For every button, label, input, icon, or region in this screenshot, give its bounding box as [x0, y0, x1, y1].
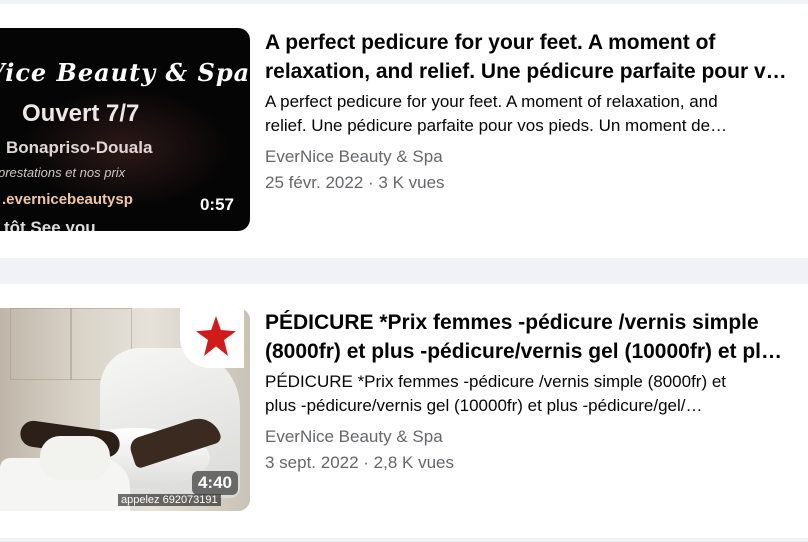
video-description-line: PÉDICURE *Prix femmes -pédicure /vernis … [265, 372, 727, 391]
video-title-line: relaxation, and relief. Une pédicure par… [265, 60, 787, 83]
video-date-views: 25 févr. 2022 · 3 K vues [265, 173, 445, 192]
thumbnail-bottom-text: tôt See you [4, 218, 96, 231]
video-title-line: (8000fr) et plus -pédicure/vernis gel (1… [265, 340, 783, 363]
video-info: A perfect pedicure for your feet. A mome… [265, 28, 805, 196]
thumbnail-glove [40, 436, 110, 480]
video-channel[interactable]: EverNice Beauty & Spa [265, 424, 805, 450]
video-thumbnail[interactable]: appelez 692073191 4:40 [0, 308, 250, 511]
video-duration-badge: 4:40 [191, 471, 238, 495]
thumbnail-url-text: .evernicebeautysp [2, 191, 133, 208]
video-card[interactable]: Vice Beauty & Spa Ouvert 7/7 Bonapriso-D… [0, 4, 808, 258]
thumbnail-tile [10, 308, 72, 380]
video-title[interactable]: A perfect pedicure for your feet. A mome… [265, 28, 805, 86]
thumbnail-phone-text: appelez 692073191 [118, 494, 221, 506]
video-channel[interactable]: EverNice Beauty & Spa [265, 144, 805, 170]
video-date-views: 3 sept. 2022 · 2,8 K vues [265, 453, 455, 472]
video-description-line: relief. Une pédicure parfaite pour vos p… [265, 116, 728, 135]
thumbnail-open-text: Ouvert 7/7 [22, 100, 140, 127]
thumbnail-city-text: Bonapriso-Douala [6, 138, 153, 157]
video-title-line: PÉDICURE *Prix femmes -pédicure /vernis … [265, 311, 759, 334]
video-description: A perfect pedicure for your feet. A mome… [265, 90, 805, 138]
video-info: PÉDICURE *Prix femmes -pédicure /vernis … [265, 308, 805, 476]
video-title-line: A perfect pedicure for your feet. A mome… [265, 31, 716, 54]
video-description-line: plus -pédicure/vernis gel (10000fr) et p… [265, 396, 703, 415]
video-card[interactable]: appelez 692073191 4:40 PÉDICURE *Prix fe… [0, 284, 808, 538]
video-duration-badge: 0:57 [199, 195, 234, 214]
video-description-line: A perfect pedicure for your feet. A mome… [265, 92, 718, 111]
video-title[interactable]: PÉDICURE *Prix femmes -pédicure /vernis … [265, 308, 805, 366]
video-thumbnail[interactable]: Vice Beauty & Spa Ouvert 7/7 Bonapriso-D… [0, 28, 250, 231]
thumbnail-presta-text: prestations et nos prix [0, 165, 126, 180]
thumbnail-brand-text: Vice Beauty & Spa [0, 58, 250, 87]
video-description: PÉDICURE *Prix femmes -pédicure /vernis … [265, 370, 805, 418]
